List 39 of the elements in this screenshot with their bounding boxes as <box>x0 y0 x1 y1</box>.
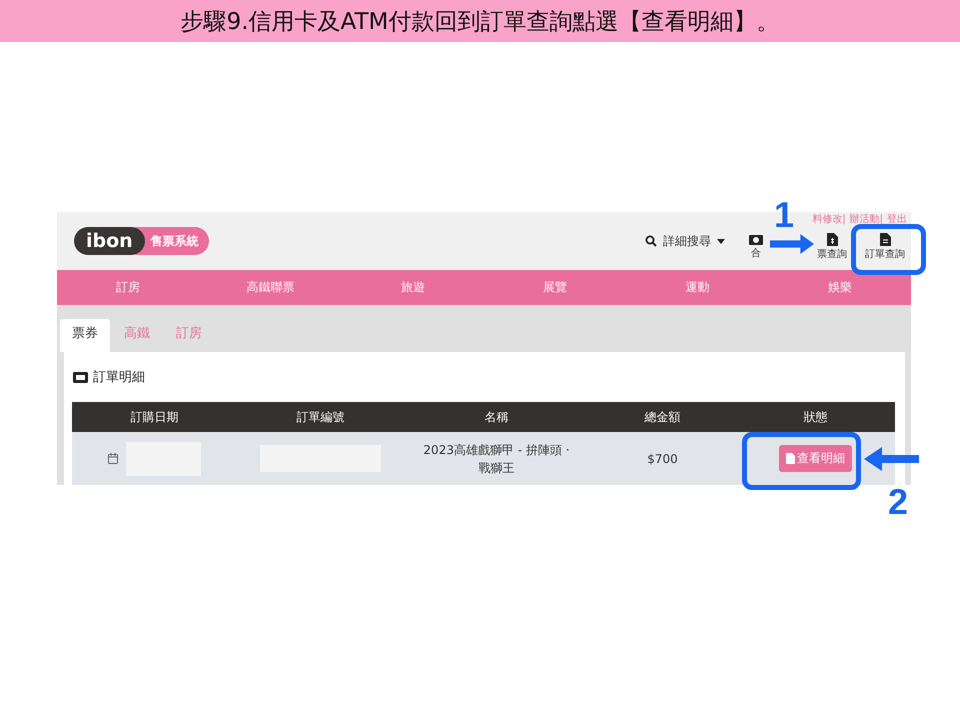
document-icon <box>786 453 795 464</box>
search-dropdown[interactable]: 詳細搜尋 <box>645 232 725 250</box>
step-number: 2 <box>888 484 908 520</box>
table-cell: $700 <box>647 452 678 466</box>
nav-item[interactable]: 展覽 <box>484 270 626 305</box>
toolbar-link[interactable]: 票查詢 <box>817 233 847 261</box>
logo-mark[interactable]: ibon <box>74 227 145 255</box>
arrow-icon <box>864 447 919 471</box>
document-icon <box>880 233 890 246</box>
tab[interactable]: 票券 <box>60 319 110 352</box>
account-link[interactable]: 登出 <box>887 212 907 226</box>
calendar-icon <box>108 453 118 464</box>
arrow-icon <box>770 234 814 254</box>
nav-item[interactable]: 高鐵聯票 <box>199 270 342 305</box>
section-title: 訂單明細 <box>93 369 145 386</box>
account-link[interactable]: 辦活動| <box>850 212 883 226</box>
table-cell-text: 2023高雄戲獅甲 - 拚陣頭 · 戰獅王 <box>422 442 571 476</box>
account-link[interactable]: 料修改| <box>812 212 846 226</box>
search-icon <box>645 235 657 247</box>
column-header: 總金額 <box>589 402 736 432</box>
step-number: 1 <box>774 197 794 233</box>
ticket-icon <box>73 372 88 382</box>
camera-icon <box>749 233 763 245</box>
toolbar-link[interactable]: 訂單查詢 <box>865 233 905 261</box>
tab[interactable]: 高鐵 <box>112 319 162 352</box>
column-header: 訂單編號 <box>237 402 404 432</box>
slide-title: 步驟9.信用卡及ATM付款回到訂單查詢點選【查看明細】。 <box>0 0 960 42</box>
dollar-document-icon <box>826 233 838 246</box>
toolbar-link[interactable]: 合 <box>749 233 763 261</box>
caret-icon <box>717 238 725 244</box>
column-header: 訂購日期 <box>72 402 237 432</box>
column-header: 狀態 <box>736 402 895 432</box>
tab[interactable]: 訂房 <box>164 319 214 352</box>
view-details-button[interactable]: 查看明細 <box>779 445 852 472</box>
nav-item[interactable]: 娛樂 <box>768 270 911 305</box>
nav-item[interactable]: 旅遊 <box>342 270 484 305</box>
nav-item[interactable]: 訂房 <box>57 270 200 305</box>
nav-item[interactable]: 運動 <box>626 270 769 305</box>
column-header: 名稱 <box>404 402 589 432</box>
